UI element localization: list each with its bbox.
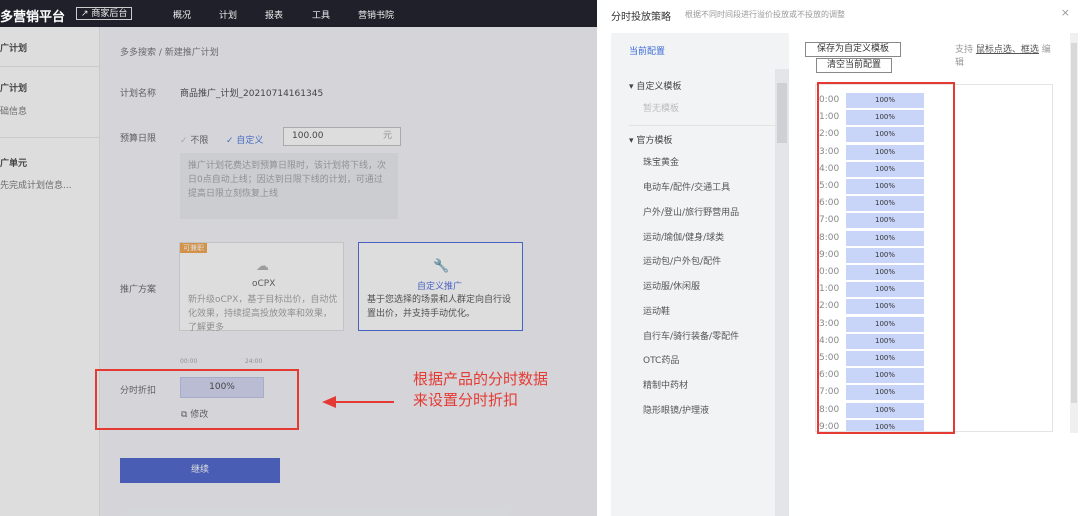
nav-reports[interactable]: 报表 [265, 8, 283, 21]
custom-template-group[interactable]: ▾ 自定义模板 [629, 79, 681, 92]
template-item[interactable]: 电动车/配件/交通工具 [643, 180, 730, 193]
hint-link[interactable]: 鼠标点选、框选 [976, 45, 1039, 55]
nav-overview[interactable]: 概况 [173, 8, 191, 21]
nav-plans[interactable]: 计划 [219, 8, 237, 21]
panel-title: 分时投放策略 [611, 12, 671, 23]
clear-config-button[interactable]: 清空当前配置 [816, 58, 892, 73]
template-item[interactable]: 运动包/户外包/配件 [643, 254, 721, 267]
no-template-text: 暂无模板 [643, 104, 680, 114]
template-item[interactable]: 户外/登山/旅行野营用品 [643, 205, 739, 218]
official-template-group[interactable]: ▾ 官方模板 [629, 125, 779, 146]
template-item[interactable]: 隐形眼镜/护理液 [643, 403, 709, 416]
nav-tools[interactable]: 工具 [312, 8, 330, 21]
annotation-arrow [322, 396, 394, 408]
hint-prefix: 支持 [955, 45, 974, 55]
scrollbar-thumb[interactable] [777, 83, 787, 143]
template-item[interactable]: 精制中药材 [643, 378, 688, 391]
template-item[interactable]: 运动/瑜伽/健身/球类 [643, 230, 724, 243]
current-config-tab[interactable]: 当前配置 [629, 44, 665, 57]
edit-hint: 支持 鼠标点选、框选 编辑 [955, 44, 1055, 70]
top-navbar: 多营销平台 ↗ 商家后台 概况 计划 报表 工具 营销书院 [0, 0, 597, 27]
official-group-label: 官方模板 [636, 136, 673, 146]
close-icon[interactable]: × [1061, 6, 1070, 19]
modal-overlay [0, 27, 597, 516]
template-list: 当前配置 ▾ 自定义模板 暂无模板 ▾ 官方模板 珠宝黄金 电动车/配件/交通工… [611, 33, 789, 516]
merchant-backend-link[interactable]: ↗ 商家后台 [76, 7, 133, 20]
campaign-page: 多营销平台 ↗ 商家后台 概况 计划 报表 工具 营销书院 广计划 广计划 础信… [0, 0, 597, 516]
brand-logo: 多营销平台 [0, 10, 66, 25]
nav-academy[interactable]: 营销书院 [358, 8, 394, 21]
annotation-line-1: 根据产品的分时数据 [413, 370, 549, 388]
panel-scrollbar-thumb[interactable] [1071, 43, 1077, 403]
grid-highlight-box [817, 82, 955, 434]
template-item[interactable]: OTC药品 [643, 353, 679, 366]
annotation-line-2: 来设置分时折扣 [413, 391, 519, 409]
template-item[interactable]: 自行车/骑行装备/零配件 [643, 329, 739, 342]
highlight-box [95, 369, 299, 430]
custom-group-label: 自定义模板 [636, 82, 682, 92]
time-strategy-panel: 分时投放策略 根据不同时间段进行溢价投放或不投放的调整 × 当前配置 ▾ 自定义… [597, 0, 1080, 516]
panel-subtitle: 根据不同时间段进行溢价投放或不投放的调整 [685, 10, 845, 19]
template-item[interactable]: 运动服/休闲服 [643, 279, 700, 292]
panel-scrollbar[interactable] [1070, 33, 1078, 433]
template-item[interactable]: 运动鞋 [643, 304, 670, 317]
template-item[interactable]: 珠宝黄金 [643, 155, 679, 168]
save-template-button[interactable]: 保存为自定义模板 [805, 42, 901, 57]
template-scrollbar[interactable] [775, 69, 789, 516]
